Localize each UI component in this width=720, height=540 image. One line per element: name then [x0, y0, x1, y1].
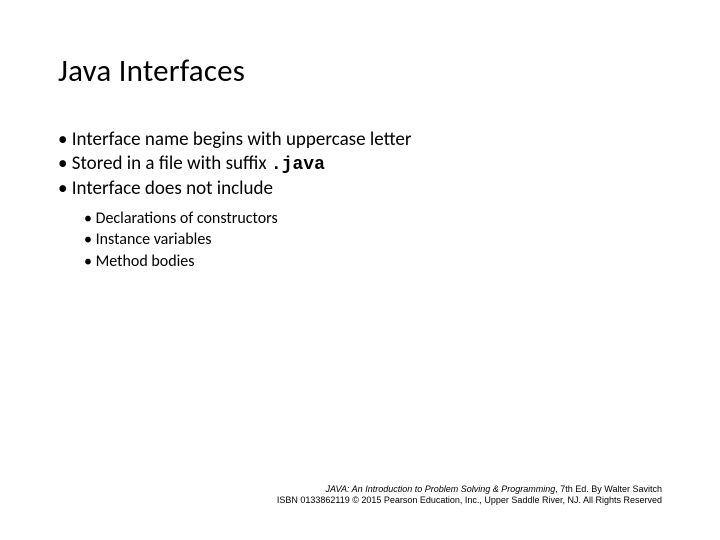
footer-edition-author: , 7th Ed. By Walter Savitch: [555, 484, 662, 494]
footer-line-1: JAVA: An Introduction to Problem Solving…: [58, 484, 662, 495]
slide: Java Interfaces Interface name begins wi…: [0, 0, 720, 540]
footer-line-2: ISBN 0133862119 © 2015 Pearson Education…: [58, 495, 662, 506]
bullet-text: Interface does not include: [72, 177, 273, 200]
bullet-text: Interface name begins with uppercase let…: [72, 128, 412, 151]
footer-book-title: JAVA: An Introduction to Problem Solving…: [326, 484, 556, 494]
slide-footer: JAVA: An Introduction to Problem Solving…: [58, 484, 662, 507]
bullet-item: Interface name begins with uppercase let…: [58, 128, 662, 152]
bullet-item: Stored in a file with suffix .java: [58, 152, 662, 177]
sub-bullet-item: Method bodies: [84, 251, 662, 273]
sub-bullet-item: Instance variables: [84, 229, 662, 251]
bullet-list: Interface name begins with uppercase let…: [58, 128, 662, 272]
slide-title: Java Interfaces: [58, 52, 662, 90]
sub-bullet-item: Declarations of constructors: [84, 208, 662, 230]
bullet-text-prefix: Stored in a file with suffix: [72, 152, 271, 175]
sub-bullet-list: Declarations of constructors Instance va…: [84, 208, 662, 273]
code-fragment: .java: [271, 155, 325, 175]
bullet-item: Interface does not include Declarations …: [58, 177, 662, 272]
